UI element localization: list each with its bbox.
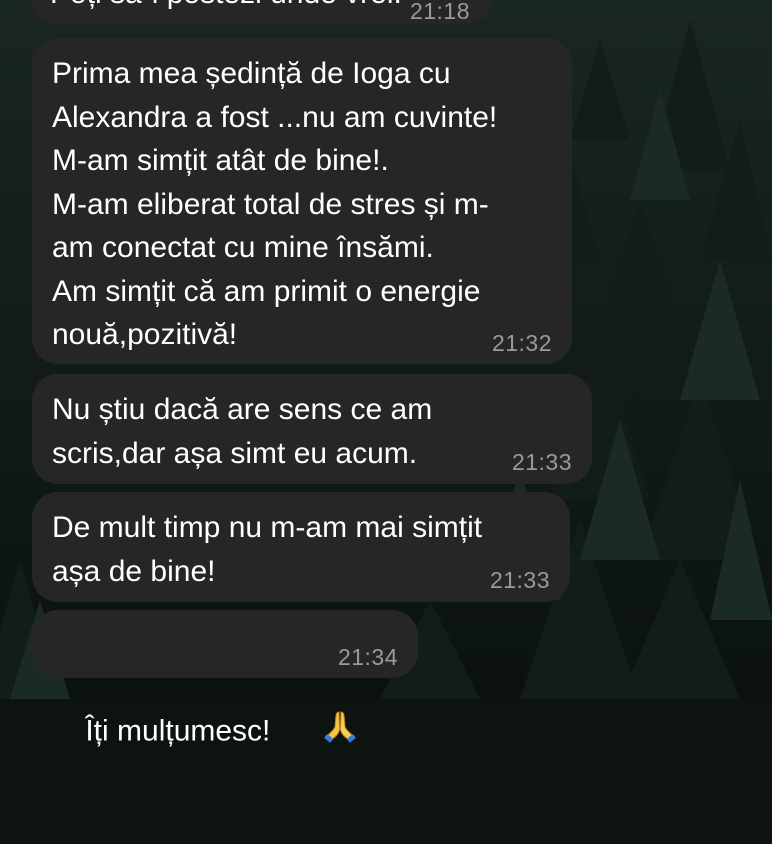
message-timestamp-2: 21:33 <box>511 449 572 475</box>
message-timestamp-1: 21:32 <box>491 330 552 356</box>
folded-hands-icon <box>272 665 358 801</box>
message-bubble-0[interactable]: Poți să-l postezi unde vrei. 21:18 <box>30 0 492 24</box>
message-timestamp-4: 21:34 <box>337 644 398 670</box>
message-timestamp-3: 21:33 <box>489 567 550 593</box>
message-text-4: Îți mulțumesc! <box>85 714 271 748</box>
message-bubble-2[interactable]: Nu știu dacă are sens ce am scris,dar aș… <box>32 374 592 484</box>
message-timestamp-0: 21:18 <box>409 0 470 24</box>
message-bubble-1[interactable]: Prima mea ședință de Ioga cu Alexandra a… <box>32 38 572 364</box>
message-bubble-3[interactable]: De mult timp nu m-am mai simțit așa de b… <box>32 492 570 602</box>
message-text-1: Prima mea ședință de Ioga cu Alexandra a… <box>52 57 498 351</box>
message-text-3: De mult timp nu m-am mai simțit așa de b… <box>52 511 483 588</box>
message-text-0: Poți să-l postezi unde vrei. <box>50 0 402 16</box>
message-bubble-4[interactable]: Îți mulțumesc! 21:34 <box>32 610 418 747</box>
message-text-2: Nu știu dacă are sens ce am scris,dar aș… <box>52 393 433 470</box>
